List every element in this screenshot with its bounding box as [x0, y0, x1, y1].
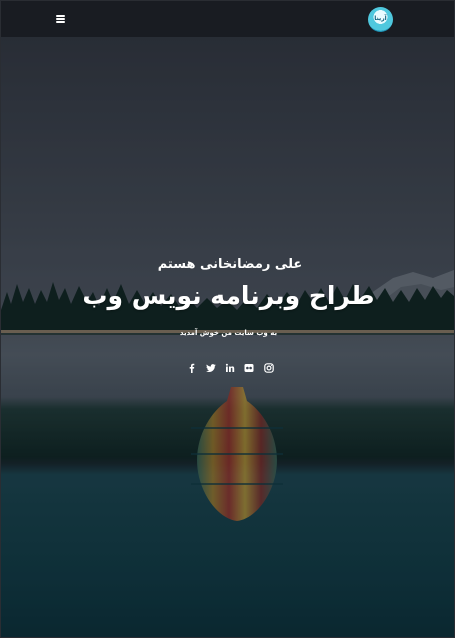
- hero-tagline: به وب سایت من خوش آمدید: [179, 329, 278, 337]
- page-frame: آرینا علی رمضانخانی هستم طراح وبرنامه نو…: [0, 0, 455, 638]
- instagram-icon[interactable]: [263, 362, 275, 374]
- site-logo[interactable]: آرینا: [368, 7, 393, 32]
- facebook-icon[interactable]: [186, 362, 198, 374]
- hero-overlay: [1, 37, 454, 637]
- hero-subtitle: علی رمضانخانی هستم: [157, 257, 303, 272]
- top-navbar: آرینا: [1, 1, 454, 37]
- social-links: [182, 362, 276, 374]
- flickr-icon[interactable]: [243, 362, 255, 374]
- hero-title: طراح وبرنامه نویس وب: [82, 281, 375, 310]
- hero-section: علی رمضانخانی هستم طراح وبرنامه نویس وب …: [1, 37, 454, 637]
- linkedin-icon[interactable]: [224, 362, 236, 374]
- hamburger-menu-icon[interactable]: [53, 12, 69, 26]
- logo-text: آرینا: [374, 15, 387, 22]
- twitter-icon[interactable]: [205, 362, 217, 374]
